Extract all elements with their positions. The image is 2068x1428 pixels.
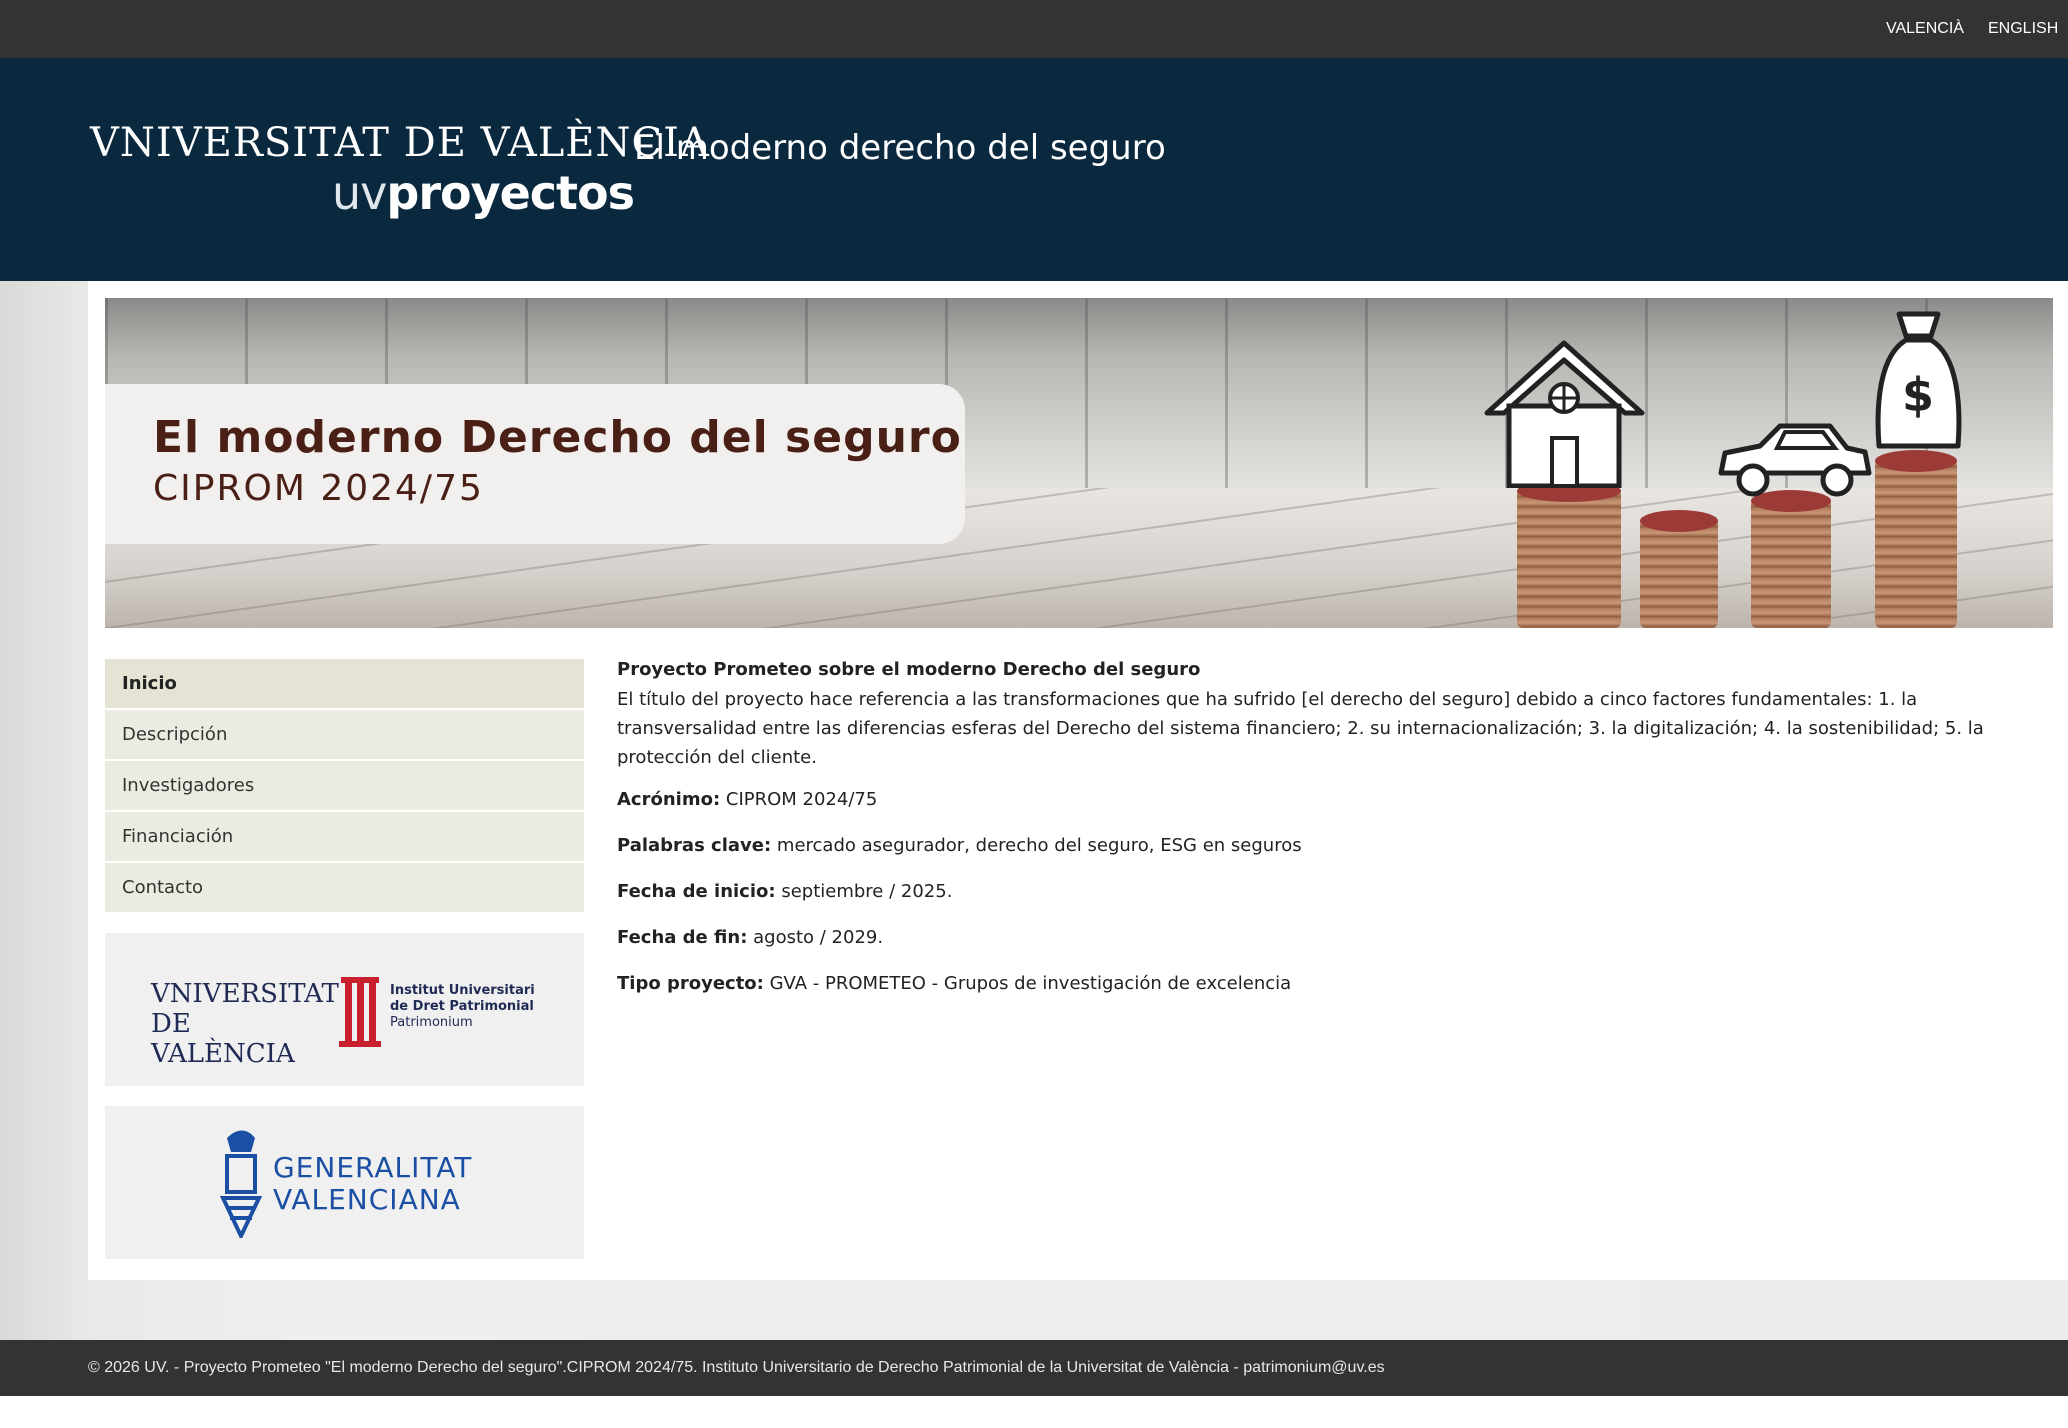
money-bag-icon: $	[1875, 311, 1962, 449]
svg-text:$: $	[1902, 368, 1934, 422]
gva-partner-logo[interactable]: GENERALITAT VALENCIANA	[105, 1106, 584, 1259]
field-value: GVA - PROMETEO - Grupos de investigación…	[769, 973, 1292, 994]
car-icon	[1718, 423, 1872, 497]
institute-line-1: Institut Universitari	[390, 983, 535, 998]
field-label: Tipo proyecto:	[617, 973, 764, 994]
project-heading: Proyecto Prometeo sobre el moderno Derec…	[617, 659, 1201, 680]
menu-item-investigadores[interactable]: Investigadores	[105, 761, 584, 812]
field-value: mercado asegurador, derecho del seguro, …	[776, 835, 1302, 856]
gva-crest-icon	[219, 1130, 263, 1238]
institute-line-3: Patrimonium	[390, 1015, 473, 1030]
site-title[interactable]: El moderno derecho del seguro	[634, 128, 1166, 168]
menu-item-descripcion[interactable]: Descripción	[105, 710, 584, 761]
lang-english-link[interactable]: ENGLISH	[1988, 0, 2058, 58]
field-label: Fecha de inicio:	[617, 881, 776, 902]
field-end-date: Fecha de fin: agosto / 2029.	[617, 924, 2037, 952]
coin-stack-icon	[1640, 510, 1718, 628]
banner-subtitle: CIPROM 2024/75	[153, 468, 484, 509]
sidebar-menu: Inicio Descripción Investigadores Financ…	[105, 659, 584, 914]
gva-line-2: VALENCIANA	[273, 1183, 461, 1216]
menu-item-contacto[interactable]: Contacto	[105, 863, 584, 914]
institute-name: Institut Universitari de Dret Patrimonia…	[390, 983, 560, 1031]
site-footer: © 2026 UV. - Proyecto Prometeo "El moder…	[0, 1340, 2068, 1396]
hero-banner: El moderno Derecho del seguro CIPROM 202…	[105, 298, 2053, 628]
coin-stack-icon	[1517, 480, 1621, 628]
banner-card: El moderno Derecho del seguro CIPROM 202…	[105, 384, 965, 544]
field-value: septiembre / 2025.	[781, 881, 953, 902]
field-project-type: Tipo proyecto: GVA - PROMETEO - Grupos d…	[617, 970, 2037, 998]
logo-uv-text: uv	[332, 166, 387, 220]
coin-stack-icon	[1875, 450, 1957, 628]
coin-stack-icon	[1751, 490, 1831, 628]
project-description: El título del proyecto hace referencia a…	[617, 689, 1984, 768]
lang-valencia-link[interactable]: VALENCIÀ	[1886, 0, 1964, 58]
menu-item-inicio[interactable]: Inicio	[105, 659, 584, 710]
house-icon	[1484, 340, 1645, 488]
field-keywords: Palabras clave: mercado asegurador, dere…	[617, 832, 2037, 860]
field-label: Acrónimo:	[617, 789, 721, 810]
institute-line-2: de Dret Patrimonial	[390, 999, 534, 1014]
top-bar: VALENCIÀ ENGLISH	[0, 0, 2068, 58]
partner-uv-logo: VNIVERSITAT DE VALÈNCIA	[151, 979, 339, 1069]
logo-proyectos-text: proyectos	[386, 166, 635, 220]
site-header: VNIVERSITAT DE VALÈNCIA uvproyectos El m…	[0, 58, 2068, 281]
gva-name: GENERALITAT VALENCIANA	[273, 1152, 472, 1216]
banner-title: El moderno Derecho del seguro	[153, 412, 962, 463]
institute-emblem-icon	[339, 977, 381, 1047]
field-value: agosto / 2029.	[753, 927, 884, 948]
university-logo[interactable]: VNIVERSITAT DE VALÈNCIA	[90, 120, 710, 166]
uvproyectos-logo[interactable]: uvproyectos	[332, 166, 635, 220]
institute-partner-logo[interactable]: VNIVERSITAT DE VALÈNCIA Institut Univers…	[105, 933, 584, 1086]
field-value: CIPROM 2024/75	[725, 789, 878, 810]
field-label: Fecha de fin:	[617, 927, 748, 948]
main-content: Proyecto Prometeo sobre el moderno Derec…	[617, 655, 2037, 1016]
field-start-date: Fecha de inicio: septiembre / 2025.	[617, 878, 2037, 906]
field-acronym: Acrónimo: CIPROM 2024/75	[617, 786, 2037, 814]
menu-item-financiacion[interactable]: Financiación	[105, 812, 584, 863]
gva-line-1: GENERALITAT	[273, 1151, 473, 1184]
footer-text: © 2026 UV. - Proyecto Prometeo "El moder…	[88, 1359, 1385, 1376]
field-label: Palabras clave:	[617, 835, 772, 856]
